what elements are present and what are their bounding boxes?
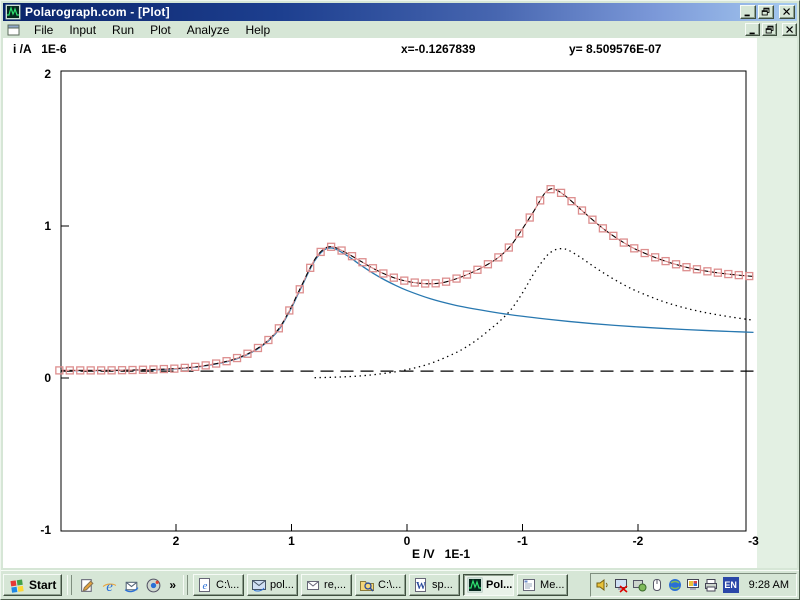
quick-launch-handle[interactable]: [67, 575, 72, 595]
task-button-pol[interactable]: Pol...: [463, 574, 514, 596]
task-button-me[interactable]: Me...: [517, 574, 568, 596]
y-tick-label: 0: [21, 371, 51, 385]
task-button-label: Pol...: [486, 579, 512, 591]
menu-help[interactable]: Help: [237, 22, 278, 38]
child-close-button[interactable]: [782, 23, 797, 36]
task-button-label: pol...: [270, 579, 294, 591]
plot-frame: [61, 71, 746, 531]
system-tray: EN 9:28 AM: [590, 573, 797, 597]
x-tick-label: -2: [624, 534, 652, 548]
child-window-controls: [743, 23, 797, 36]
svg-text:W: W: [416, 581, 426, 592]
window-controls: [738, 5, 795, 19]
computer-error-icon[interactable]: [613, 577, 629, 593]
client-right-margin: [757, 38, 797, 571]
task-button-sp[interactable]: Wsp...: [409, 574, 460, 596]
windows-logo-icon: [9, 577, 26, 594]
polarogram-chart[interactable]: [3, 38, 800, 573]
envelope-icon: [305, 577, 321, 593]
application-window: Polarograph.com - [Plot] FileInputRunPlo…: [0, 0, 800, 600]
task-buttons: e C:\... pol... re,... C:\... Wsp... Pol... Me.…: [193, 574, 568, 596]
globe-icon[interactable]: [667, 577, 683, 593]
task-button-label: C:\...: [378, 579, 401, 591]
outlook-express-icon[interactable]: [123, 577, 140, 594]
mail-app-icon: [251, 577, 267, 593]
x-tick-label: 1: [278, 534, 306, 548]
svg-text:e: e: [107, 578, 114, 593]
ie-page-icon: e: [197, 577, 213, 593]
menu: FileInputRunPlotAnalyzeHelp: [26, 22, 278, 38]
word-doc-icon: W: [413, 577, 429, 593]
y-tick-label: -1: [21, 523, 51, 537]
menu-file[interactable]: File: [26, 22, 61, 38]
svg-text:e: e: [203, 580, 208, 592]
speaker-icon[interactable]: [595, 577, 611, 593]
task-button-pol[interactable]: pol...: [247, 574, 298, 596]
task-button-c[interactable]: C:\...: [355, 574, 406, 596]
menu-analyze[interactable]: Analyze: [179, 22, 238, 38]
polarograph-app-icon: [5, 4, 21, 20]
task-button-label: C:\...: [216, 579, 239, 591]
polarograph-icon: [467, 577, 483, 593]
quick-launch-bar: e: [77, 577, 164, 594]
cursor-x-readout: x=-0.1267839: [401, 42, 475, 56]
folder-search-icon: [359, 577, 375, 593]
tray-icons: [595, 577, 719, 593]
menu-plot[interactable]: Plot: [142, 22, 179, 38]
x-tick-label: 2: [162, 534, 190, 548]
language-indicator[interactable]: EN: [723, 577, 739, 593]
cursor-y-readout: y= 8.509576E-07: [569, 42, 661, 56]
y-axis-unit-label: i /A 1E-6: [13, 42, 67, 56]
close-button[interactable]: [779, 5, 795, 19]
task-button-label: Me...: [540, 579, 564, 591]
child-restore-button[interactable]: [762, 23, 777, 36]
printer-icon[interactable]: [703, 577, 719, 593]
mdi-child-icon[interactable]: [6, 22, 22, 38]
task-button-label: sp...: [432, 579, 453, 591]
plot-client-area: i /A 1E-6 x=-0.1267839 y= 8.509576E-07 2…: [3, 38, 797, 571]
quick-launch-overflow-chevron[interactable]: »: [167, 578, 178, 592]
y-tick-label: 2: [21, 67, 51, 81]
x-tick-label: -3: [740, 534, 768, 548]
menu-run[interactable]: Run: [104, 22, 142, 38]
mouse-icon[interactable]: [649, 577, 665, 593]
internet-explorer-icon[interactable]: e: [101, 577, 118, 594]
minimize-button[interactable]: [740, 5, 756, 19]
network-icon[interactable]: [631, 577, 647, 593]
display-settings-icon[interactable]: [685, 577, 701, 593]
x-axis-unit-label: E /V 1E-1: [381, 547, 501, 561]
title-bar[interactable]: Polarograph.com - [Plot]: [3, 3, 797, 21]
y-tick-label: 1: [21, 219, 51, 233]
task-button-c[interactable]: e C:\...: [193, 574, 244, 596]
media-player-icon[interactable]: [145, 577, 162, 594]
series-total-fit: [61, 189, 754, 371]
start-label: Start: [29, 578, 56, 592]
menu-bar: FileInputRunPlotAnalyzeHelp: [3, 21, 797, 38]
window-title: Polarograph.com - [Plot]: [25, 5, 738, 19]
restore-button[interactable]: [758, 5, 774, 19]
taskbar-clock[interactable]: 9:28 AM: [749, 579, 789, 591]
start-button[interactable]: Start: [3, 574, 62, 596]
task-buttons-handle[interactable]: [183, 575, 188, 595]
task-button-re[interactable]: re,...: [301, 574, 352, 596]
taskbar: Start e » e C:\... pol... re,... C:\... Wsp..…: [1, 570, 799, 599]
show-desktop-icon[interactable]: [79, 577, 96, 594]
child-minimize-button[interactable]: [745, 23, 760, 36]
x-tick-label: -1: [509, 534, 537, 548]
series-component-1: [61, 248, 754, 371]
document-icon: [521, 577, 537, 593]
menu-input[interactable]: Input: [61, 22, 104, 38]
task-button-label: re,...: [324, 579, 346, 591]
x-tick-label: 0: [393, 534, 421, 548]
series-measured-data: [61, 189, 754, 371]
